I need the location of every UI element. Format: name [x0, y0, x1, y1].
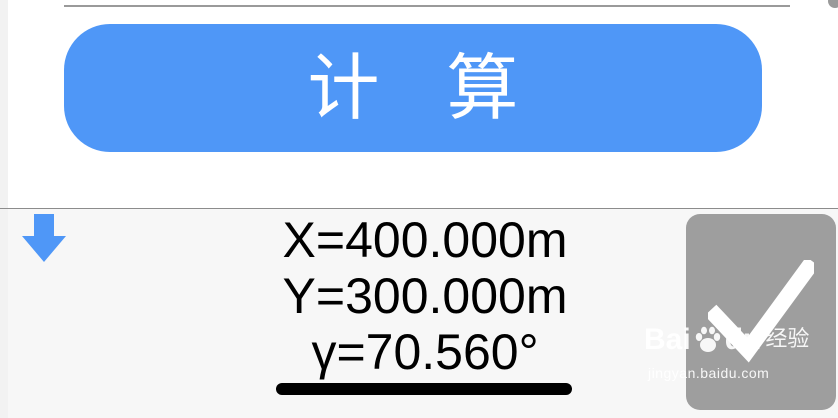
- watermark-bai: Bai: [644, 323, 691, 356]
- underline-mark: [276, 383, 572, 395]
- result-x: X=400.000m: [282, 212, 568, 268]
- result-angle: γ=70.560°: [311, 324, 539, 380]
- arrow-down-icon[interactable]: [22, 214, 66, 262]
- calculate-button-label: 计 算: [307, 46, 541, 130]
- app-screen: 计 算 X=400.000m Y=300.000m γ=70.560° Bai: [0, 0, 838, 418]
- left-edge: [0, 0, 8, 418]
- watermark-url: jingyan.baidu.com: [648, 365, 770, 381]
- result-values: X=400.000m Y=300.000m γ=70.560°: [180, 212, 670, 380]
- watermark: Bai du 经验 jingyan.baidu.com: [644, 318, 814, 398]
- watermark-du: du: [724, 323, 762, 356]
- watermark-exp: 经验: [765, 327, 810, 352]
- scroll-indicator: [828, 0, 838, 8]
- top-divider: [64, 5, 790, 7]
- baidu-paw-icon: [693, 325, 723, 355]
- calculate-button[interactable]: 计 算: [64, 24, 762, 152]
- input-section: 计 算: [0, 0, 838, 208]
- result-y: Y=300.000m: [282, 268, 568, 324]
